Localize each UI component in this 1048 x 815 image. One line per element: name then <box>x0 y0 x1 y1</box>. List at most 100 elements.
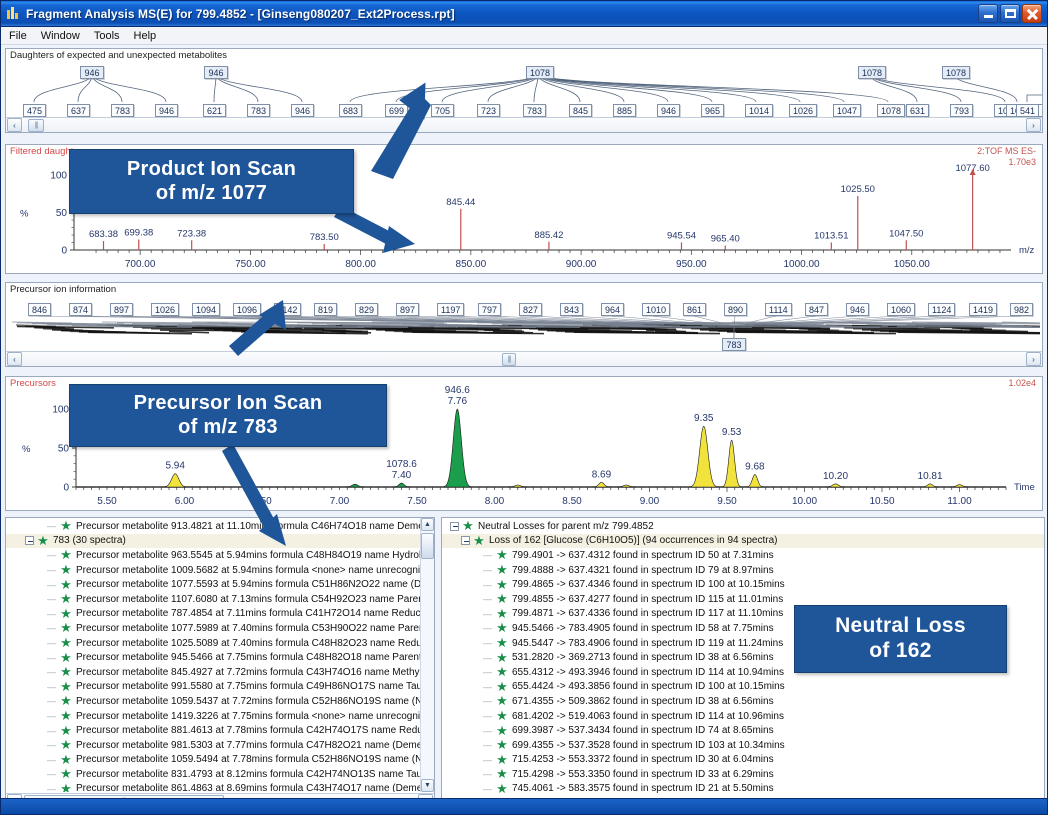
precursor-info-node[interactable]: 827 <box>519 303 543 316</box>
daughter-node[interactable]: 946 <box>291 104 315 117</box>
precinfo-scroll-left-icon[interactable]: ‹ <box>7 352 22 366</box>
neutral-losses-tree-row[interactable]: — ★ 715.4253 -> 553.3372 found in spectrum… <box>442 753 1044 768</box>
menu-tools[interactable]: Tools <box>94 30 120 42</box>
daughter-node[interactable]: 783 <box>247 104 271 117</box>
precinfo-scroll-thumb[interactable]: ||| <box>502 352 516 366</box>
precursor-tree-scroll-up-icon[interactable]: ▲ <box>421 518 434 531</box>
neutral-losses-tree-row[interactable]: — ★ 699.3987 -> 537.3434 found in spectrum… <box>442 723 1044 738</box>
daughter-parent-node[interactable]: 1078 <box>858 66 887 79</box>
precursor-info-node[interactable]: 1010 <box>642 303 671 316</box>
daughter-node[interactable]: 845 <box>569 104 593 117</box>
precursor-tree-row[interactable]: — ★ Precursor metabolite 913.4821 at 11.10… <box>6 519 434 534</box>
daughter-node[interactable]: 885 <box>613 104 637 117</box>
precursor-tree-row[interactable]: — ★ Precursor metabolite 861.4863 at 8.69m… <box>6 782 434 792</box>
minimize-button[interactable] <box>978 4 998 23</box>
neutral-losses-tree-row[interactable]: — ★ 799.4865 -> 637.4346 found in spectrum… <box>442 577 1044 592</box>
precursor-tree-row[interactable]: — ★ Precursor metabolite 1077.5593 at 5.94… <box>6 577 434 592</box>
daughter-node[interactable]: 946 <box>155 104 179 117</box>
daughter-node[interactable]: 541 <box>1016 104 1040 117</box>
precursor-tree-vscrollbar[interactable]: ▲ ▼ <box>420 518 434 792</box>
precursor-info-node[interactable]: 1096 <box>233 303 262 316</box>
daughter-parent-node[interactable]: 1078 <box>526 66 555 79</box>
menu-help[interactable]: Help <box>134 30 157 42</box>
daughter-node[interactable]: 667 <box>1038 104 1042 117</box>
maximize-button[interactable] <box>1000 4 1020 23</box>
daughter-node[interactable]: 965 <box>701 104 725 117</box>
daughter-node[interactable]: 1047 <box>833 104 862 117</box>
daughter-parent-node[interactable]: 946 <box>80 66 104 79</box>
precursor-info-node[interactable]: 946 <box>846 303 870 316</box>
precursor-info-node[interactable]: 1197 <box>437 303 465 316</box>
menu-window[interactable]: Window <box>41 30 80 42</box>
daughter-node[interactable]: 783 <box>523 104 547 117</box>
precursor-tree-vscroll-thumb[interactable] <box>421 533 434 559</box>
precursor-info-node[interactable]: 1026 <box>151 303 180 316</box>
precinfo-scroll-right-icon[interactable]: › <box>1026 352 1041 366</box>
tree-collapse-icon[interactable] <box>25 536 34 546</box>
precursor-info-node[interactable]: 1114 <box>765 303 792 316</box>
close-button[interactable] <box>1022 4 1042 23</box>
precursor-info-node[interactable]: 897 <box>110 303 134 316</box>
precursor-info-node[interactable]: 847 <box>805 303 829 316</box>
precursor-tree-row[interactable]: — ★ Precursor metabolite 1009.5682 at 5.94… <box>6 563 434 578</box>
precursor-tree-row[interactable]: — ★ Precursor metabolite 1059.5437 at 7.72… <box>6 694 434 709</box>
daughter-node[interactable]: 683 <box>339 104 363 117</box>
neutral-losses-tree-row[interactable]: ★ Loss of 162 [Glucose (C6H10O5)] (94 occ… <box>442 533 1044 549</box>
precursor-info-node[interactable]: 897 <box>396 303 420 316</box>
precursor-tree-row[interactable]: — ★ Precursor metabolite 831.4793 at 8.12m… <box>6 767 434 782</box>
precursor-tree-row[interactable]: — ★ Precursor metabolite 787.4854 at 7.11m… <box>6 607 434 622</box>
tree-collapse-icon[interactable] <box>461 536 470 546</box>
precursor-tree-row[interactable]: — ★ Precursor metabolite 1419.3226 at 7.75… <box>6 709 434 724</box>
daughter-node[interactable]: 637 <box>67 104 91 117</box>
daughters-scroll-thumb[interactable]: ||| <box>28 118 44 132</box>
precursor-tree-row[interactable]: — ★ Precursor metabolite 963.5545 at 5.94m… <box>6 548 434 563</box>
daughter-node[interactable]: 475 <box>23 104 47 117</box>
precursor-info-node[interactable]: 861 <box>683 303 707 316</box>
precursor-tree-row[interactable]: — ★ Precursor metabolite 1107.6080 at 7.13… <box>6 592 434 607</box>
precursor-info-node[interactable]: 1094 <box>192 303 221 316</box>
precursor-tree-view[interactable]: — ★ Precursor metabolite 913.4821 at 11.10… <box>6 518 434 792</box>
precursor-info-node[interactable]: 890 <box>724 303 748 316</box>
precursor-tree-row[interactable]: — ★ Precursor metabolite 1077.5989 at 7.40… <box>6 621 434 636</box>
neutral-losses-tree-row[interactable]: — ★ 715.4298 -> 553.3350 found in spectrum… <box>442 767 1044 782</box>
neutral-losses-tree-row[interactable]: — ★ 681.4202 -> 519.4063 found in spectrum… <box>442 709 1044 724</box>
daughters-scroll-left-icon[interactable]: ‹ <box>7 118 22 132</box>
daughter-parent-node[interactable]: 1078 <box>942 66 971 79</box>
daughter-node[interactable]: 705 <box>431 104 455 117</box>
precursor-info-node[interactable]: 1060 <box>887 303 916 316</box>
precursor-tree-row[interactable]: — ★ Precursor metabolite 991.5580 at 7.75m… <box>6 680 434 695</box>
neutral-losses-tree-row[interactable]: — ★ 799.4901 -> 637.4312 found in spectrum… <box>442 548 1044 563</box>
daughter-node[interactable]: 621 <box>203 104 227 117</box>
precursor-info-node[interactable]: 964 <box>601 303 625 316</box>
precursor-info-node[interactable]: 819 <box>314 303 338 316</box>
precursor-tree-row[interactable]: — ★ Precursor metabolite 945.5466 at 7.75m… <box>6 650 434 665</box>
neutral-losses-tree-row[interactable]: — ★ 655.4424 -> 493.3856 found in spectrum… <box>442 680 1044 695</box>
precursor-info-hscrollbar[interactable]: ‹ ||| › <box>6 351 1042 366</box>
neutral-losses-tree-row[interactable]: ★ Neutral Losses for parent m/z 799.4852 <box>442 519 1044 534</box>
tree-collapse-icon[interactable] <box>450 521 459 531</box>
daughter-node[interactable]: 1014 <box>745 104 774 117</box>
neutral-losses-tree-row[interactable]: — ★ 799.4888 -> 637.4321 found in spectrum… <box>442 563 1044 578</box>
precursor-info-node[interactable]: 797 <box>478 303 502 316</box>
precursor-tree-row[interactable]: — ★ Precursor metabolite 981.5303 at 7.77m… <box>6 738 434 753</box>
precursor-info-selected-node[interactable]: 783 <box>722 338 746 351</box>
precursor-info-node[interactable]: 1419 <box>969 303 998 316</box>
daughter-node[interactable]: 1026 <box>789 104 818 117</box>
precursor-info-node[interactable]: 846 <box>28 303 52 316</box>
precursor-info-node[interactable]: 843 <box>560 303 584 316</box>
daughters-hscrollbar[interactable]: ‹ ||| › <box>6 117 1042 132</box>
precursor-info-node[interactable]: 1142 <box>274 303 302 316</box>
precursor-tree-row[interactable]: ★ 783 (30 spectra) <box>6 533 434 549</box>
neutral-losses-tree-row[interactable]: — ★ 699.4355 -> 537.3528 found in spectrum… <box>442 738 1044 753</box>
precursor-tree-scroll-down-icon[interactable]: ▼ <box>421 779 434 792</box>
menu-file[interactable]: File <box>9 30 27 42</box>
precursor-tree-row[interactable]: — ★ Precursor metabolite 845.4927 at 7.72m… <box>6 665 434 680</box>
precursor-info-node[interactable]: 829 <box>355 303 379 316</box>
daughters-scroll-right-icon[interactable]: › <box>1026 118 1041 132</box>
precursor-info-node[interactable]: 1124 <box>928 303 956 316</box>
daughter-node[interactable]: 793 <box>950 104 974 117</box>
daughter-node[interactable]: 699 <box>385 104 409 117</box>
daughter-node[interactable]: 783 <box>111 104 135 117</box>
daughter-node[interactable]: 946 <box>657 104 681 117</box>
daughter-node[interactable]: 723 <box>477 104 501 117</box>
